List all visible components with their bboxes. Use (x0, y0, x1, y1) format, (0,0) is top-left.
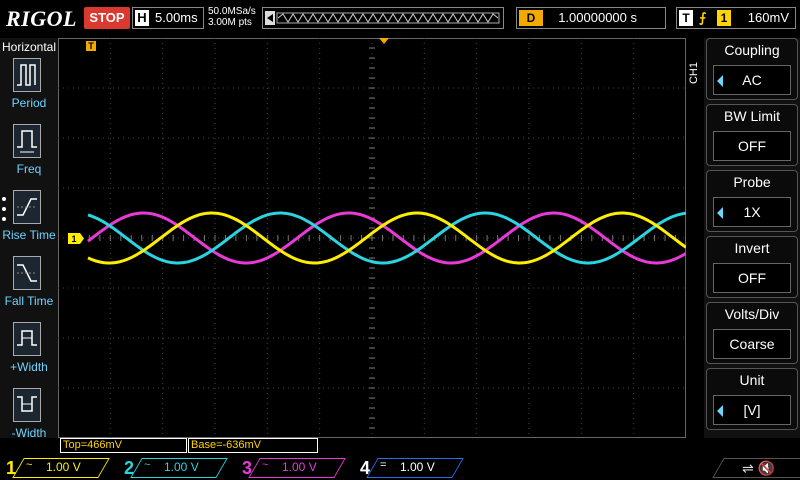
negative-width-icon (13, 388, 41, 422)
channel-2-status[interactable]: 2 ~ 1.00 V (118, 456, 234, 480)
timebase-box[interactable]: H 5.00ms (132, 7, 204, 29)
measurement-top[interactable]: Top=466mV (60, 438, 187, 453)
channel-tag: CH1 (688, 62, 700, 85)
rise-time-label: Rise Time (2, 228, 56, 242)
channel-2-coupling: ~ (144, 459, 151, 471)
menu-title: Horizontal (2, 40, 57, 54)
freq-label: Freq (16, 162, 42, 176)
waveform-display[interactable]: T 1 (58, 38, 686, 438)
svg-text:1: 1 (71, 234, 76, 244)
invert-button[interactable]: Invert OFF (706, 236, 798, 298)
channel-4-coupling: = (380, 459, 387, 471)
trigger-level-marker: T (86, 41, 96, 51)
invert-value: OFF (713, 263, 791, 293)
measure-frequency-button[interactable]: Freq (2, 122, 56, 184)
select-arrow-icon (717, 207, 723, 219)
channel-3-status[interactable]: 3 ~ 1.00 V (236, 456, 352, 480)
timebase-value: 5.00ms (155, 10, 198, 25)
volts-div-title: Volts/Div (724, 306, 780, 322)
period-label: Period (11, 96, 47, 110)
delay-box[interactable]: D 1.00000000 s (516, 7, 666, 29)
svg-text:T: T (88, 41, 94, 51)
left-menu-page-dots (2, 197, 6, 221)
bw-limit-button[interactable]: BW Limit OFF (706, 104, 798, 166)
run-stop-status[interactable]: STOP (84, 7, 130, 29)
channel-4-status[interactable]: 4 = 1.00 V (354, 456, 470, 480)
measure-positive-width-button[interactable]: +Width (2, 320, 56, 382)
measurement-bar: Top=466mV Base=-636mV (60, 438, 320, 454)
period-icon (13, 58, 41, 92)
channel-4-scale: 1.00 V (400, 460, 435, 474)
trigger-box[interactable]: T ⨍ 1 160mV (676, 7, 796, 29)
coupling-button[interactable]: Coupling AC (706, 38, 798, 100)
trigger-source: 1 (717, 10, 731, 26)
usb-icon: ⇌ 🔇 (742, 460, 776, 476)
frequency-icon (13, 124, 41, 158)
channel-1-scale: 1.00 V (46, 460, 81, 474)
channel-settings-menu: Coupling AC BW Limit OFF Probe 1X Invert… (704, 38, 800, 438)
channel-4-number: 4 (359, 458, 370, 478)
measure-negative-width-button[interactable]: -Width (2, 386, 56, 448)
horizontal-key: H (135, 10, 149, 26)
channel-3-coupling: ~ (262, 459, 269, 471)
probe-value: 1X (713, 197, 791, 227)
negative-width-label: -Width (11, 426, 47, 440)
positive-width-icon (13, 322, 41, 356)
rising-edge-icon: ⨍ (699, 10, 707, 25)
fall-time-label: Fall Time (4, 294, 54, 308)
trigger-level: 160mV (747, 10, 789, 25)
memory-waveform-icon (265, 11, 500, 25)
channel-1-coupling: ~ (26, 459, 33, 471)
measure-fall-time-button[interactable]: Fall Time (2, 254, 56, 316)
coupling-title: Coupling (724, 42, 780, 58)
select-arrow-icon (717, 75, 723, 87)
horizontal-measure-menu: Horizontal Period Freq Rise Time Fall Ti… (0, 38, 59, 440)
select-arrow-icon (717, 405, 723, 417)
bw-limit-value: OFF (713, 131, 791, 161)
bw-limit-title: BW Limit (724, 108, 780, 124)
unit-value: [V] (713, 395, 791, 425)
positive-width-label: +Width (10, 360, 48, 374)
volts-div-value: Coarse (713, 329, 791, 359)
probe-button[interactable]: Probe 1X (706, 170, 798, 232)
channel-3-scale: 1.00 V (282, 460, 317, 474)
invert-title: Invert (734, 240, 770, 256)
measure-period-button[interactable]: Period (2, 56, 56, 118)
fall-time-icon (13, 256, 41, 290)
rise-time-icon (13, 190, 41, 224)
sample-rate: 50.0MSa/s (208, 6, 256, 17)
memory-depth: 3.00M pts (208, 17, 252, 28)
channel-1-number: 1 (5, 458, 16, 478)
channel-2-number: 2 (123, 458, 134, 478)
coupling-value: AC (713, 65, 791, 95)
unit-title: Unit (739, 372, 765, 388)
delay-key: D (519, 10, 543, 26)
measurement-base[interactable]: Base=-636mV (188, 438, 318, 453)
brand-logo: RIGOL (6, 6, 77, 31)
channel-3-number: 3 (241, 458, 252, 478)
trigger-key: T (679, 10, 693, 26)
delay-value: 1.00000000 s (558, 10, 637, 25)
channel-bar: 1 ~ 1.00 V 2 ~ 1.00 V 3 ~ 1.00 V 4 = 1.0… (0, 456, 800, 480)
memory-overview-bar[interactable] (262, 7, 504, 29)
channel-1-status[interactable]: 1 ~ 1.00 V (0, 456, 116, 480)
probe-title: Probe (733, 174, 771, 190)
measure-rise-time-button[interactable]: Rise Time (2, 188, 56, 250)
channel-2-scale: 1.00 V (164, 460, 199, 474)
unit-button[interactable]: Unit [V] (706, 368, 798, 430)
volts-div-button[interactable]: Volts/Div Coarse (706, 302, 798, 364)
acquisition-info: 50.0MSa/s 3.00M pts (208, 6, 256, 28)
